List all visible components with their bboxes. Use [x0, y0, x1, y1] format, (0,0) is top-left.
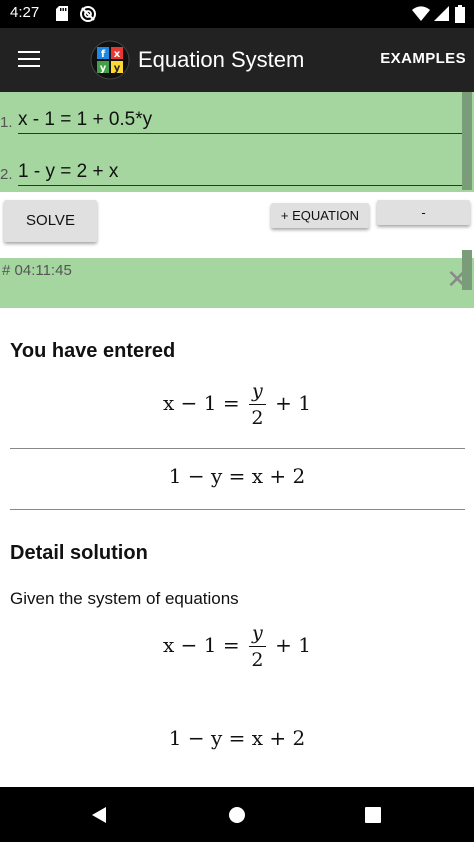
- equation-number: 2.: [0, 166, 13, 183]
- wifi-icon: [412, 6, 430, 26]
- entered-equation-1: x − 1 = y 2 + 1: [0, 380, 474, 429]
- svg-text:y: y: [100, 63, 107, 74]
- equation-input-2[interactable]: [18, 158, 468, 186]
- navigation-bar: [0, 787, 474, 842]
- fraction-numerator: y: [249, 622, 266, 647]
- examples-button[interactable]: EXAMPLES: [380, 50, 466, 67]
- solve-button[interactable]: SOLVE: [4, 200, 97, 242]
- fraction-numerator: y: [249, 380, 266, 405]
- math-rhs: + 1: [275, 391, 311, 415]
- equation-input-1[interactable]: [18, 106, 468, 134]
- home-icon[interactable]: [228, 806, 246, 829]
- svg-text:y: y: [114, 63, 121, 74]
- math-lhs: x − 1 =: [163, 391, 240, 415]
- scrollbar[interactable]: [462, 250, 472, 290]
- add-equation-button[interactable]: + EQUATION: [271, 203, 369, 228]
- entered-equation-2: 1 − y = x + 2: [168, 464, 306, 488]
- equation-row-1: 1.: [0, 96, 470, 138]
- signal-icon: [434, 6, 449, 26]
- math-lhs: x − 1 =: [163, 633, 240, 657]
- battery-icon: [455, 5, 465, 28]
- recents-icon[interactable]: [365, 807, 381, 828]
- status-time: 4:27: [10, 4, 40, 21]
- app-logo: f x y y: [90, 40, 130, 80]
- math-rhs: + 1: [275, 633, 311, 657]
- detail-intro: Given the system of equations: [10, 589, 239, 608]
- detail-equation-1: x − 1 = y 2 + 1: [0, 622, 474, 671]
- divider: [10, 509, 465, 510]
- history-item[interactable]: # 04:11:45 ✕: [0, 250, 474, 308]
- sd-card-icon: [56, 6, 68, 26]
- entered-heading: You have entered: [10, 340, 176, 362]
- equation-input-area: 1. 2.: [0, 92, 474, 192]
- detail-heading: Detail solution: [10, 542, 148, 564]
- math-fraction: y 2: [249, 380, 266, 429]
- back-icon[interactable]: [90, 806, 108, 829]
- svg-text:x: x: [114, 49, 121, 60]
- app-title: Equation System: [138, 47, 305, 72]
- action-buttons: SOLVE + EQUATION -: [0, 192, 474, 258]
- svg-text:f: f: [101, 49, 106, 60]
- math-fraction: y 2: [249, 622, 266, 671]
- fraction-denominator: 2: [251, 407, 264, 429]
- history-timestamp: # 04:11:45: [2, 262, 72, 279]
- detail-equation-2: 1 − y = x + 2: [168, 726, 306, 750]
- equation-number: 1.: [0, 114, 13, 131]
- divider: [10, 448, 465, 449]
- fraction-denominator: 2: [251, 649, 264, 671]
- menu-icon[interactable]: [14, 46, 50, 74]
- status-bar: 4:27: [0, 0, 474, 28]
- equation-row-2: 2.: [0, 148, 470, 190]
- remove-equation-button[interactable]: -: [377, 200, 470, 225]
- app-bar: f x y y Equation System EXAMPLES: [0, 28, 474, 92]
- scrollbar[interactable]: [462, 92, 472, 190]
- no-sync-icon: [79, 5, 97, 28]
